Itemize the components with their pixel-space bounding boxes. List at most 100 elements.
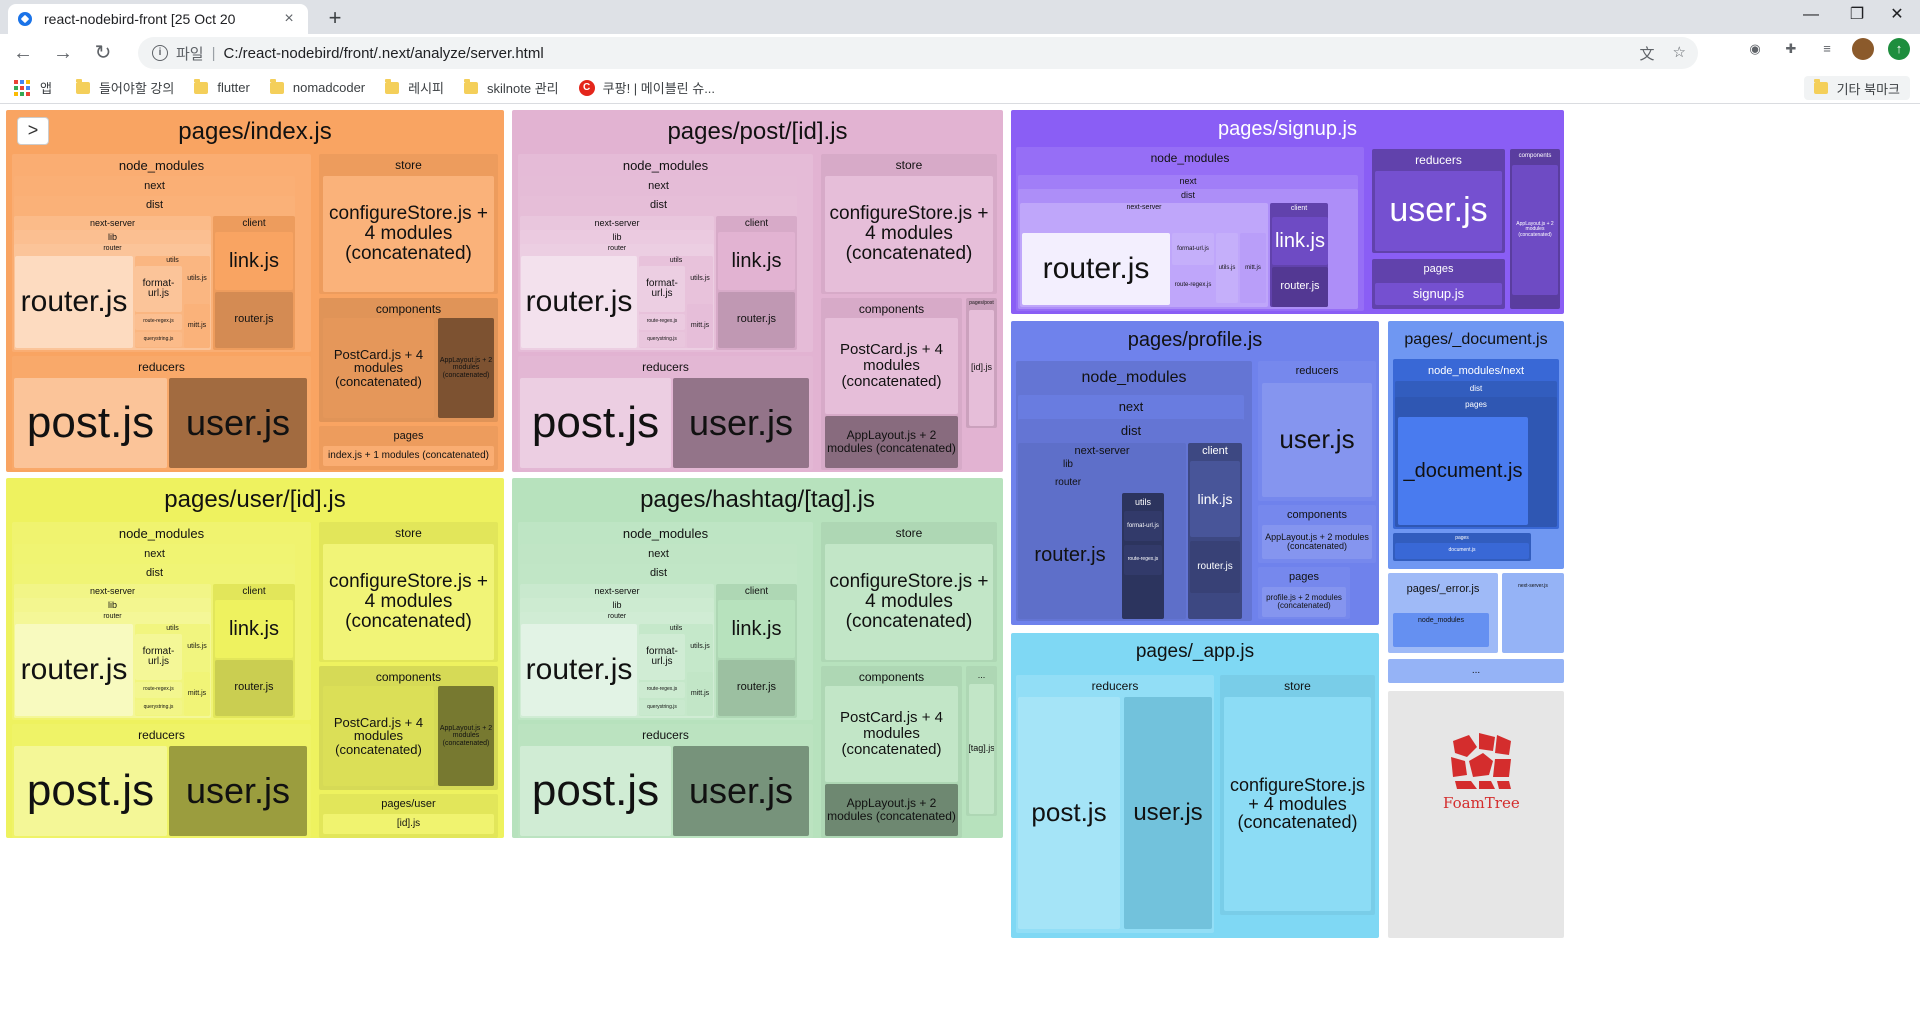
route-regex-module[interactable]: route-regex.js xyxy=(135,314,182,330)
post-reducer-module[interactable]: post.js xyxy=(520,378,671,468)
mitt-module[interactable]: mitt.js xyxy=(184,672,210,716)
route-regex-module[interactable]: route-regex.js xyxy=(1172,267,1214,303)
extensions-icon[interactable]: ✚ xyxy=(1780,38,1802,60)
user-reducer-module[interactable]: user.js xyxy=(673,378,809,468)
client-router-module[interactable]: router.js xyxy=(718,292,795,348)
user-reducer-module[interactable]: user.js xyxy=(1262,383,1372,497)
document-small-module[interactable]: document.js xyxy=(1395,543,1529,559)
bookmark-apps[interactable]: 앱 xyxy=(14,78,52,97)
postcard-module[interactable]: PostCard.js + 4 modules (concatenated) xyxy=(323,318,434,418)
client-router-module[interactable]: router.js xyxy=(215,660,293,716)
id-module[interactable]: [id].js xyxy=(969,310,994,426)
chunk-next-server[interactable]: next-server.js xyxy=(1502,573,1564,653)
router-module[interactable]: router.js xyxy=(1022,233,1170,305)
configure-store-module[interactable]: configureStore.js + 4 modules (concatena… xyxy=(323,544,494,660)
postcard-module[interactable]: PostCard.js + 4 modules (concatenated) xyxy=(825,686,958,782)
utils-module[interactable]: utils.js xyxy=(1216,233,1238,303)
other-bookmarks[interactable]: 기타 북마크 xyxy=(1803,76,1910,100)
router-module[interactable]: router.js xyxy=(15,256,133,348)
route-regex-module[interactable]: route-regex.js xyxy=(639,682,685,698)
postcard-module[interactable]: PostCard.js + 4 modules (concatenated) xyxy=(825,318,958,414)
bookmark-item[interactable]: 레시피 xyxy=(385,78,444,97)
link-module[interactable]: link.js xyxy=(718,600,795,658)
post-reducer-module[interactable]: post.js xyxy=(520,746,671,836)
route-regex-module[interactable]: route-regex.js xyxy=(135,682,182,698)
configure-store-module[interactable]: configureStore.js + 4 modules (concatena… xyxy=(825,176,993,292)
utils-module[interactable]: utils.js xyxy=(184,256,210,302)
pages-entry-module[interactable]: [id].js xyxy=(323,814,494,834)
post-reducer-module[interactable]: post.js xyxy=(1018,697,1120,929)
user-reducer-module[interactable]: user.js xyxy=(673,746,809,836)
format-url-module[interactable]: format-url.js xyxy=(1172,233,1214,265)
user-reducer-module[interactable]: user.js xyxy=(169,746,307,836)
client-router-module[interactable]: router.js xyxy=(215,292,293,348)
forward-icon[interactable]: → xyxy=(46,36,80,70)
user-reducer-module[interactable]: user.js xyxy=(1124,697,1212,929)
link-module[interactable]: link.js xyxy=(1190,461,1240,537)
bookmark-star-icon[interactable]: ☆ xyxy=(1673,43,1686,64)
router-module[interactable]: router.js xyxy=(1020,495,1120,615)
postcard-module[interactable]: PostCard.js + 4 modules (concatenated) xyxy=(323,686,434,786)
bookmark-item[interactable]: nomadcoder xyxy=(269,78,365,95)
format-url-module[interactable]: format-url.js xyxy=(135,634,182,680)
reload-icon[interactable]: ↻ xyxy=(86,36,120,70)
applayout-module[interactable]: AppLayout.js + 2 modules (concatenated) xyxy=(438,318,494,418)
utils-module[interactable]: utils.js xyxy=(687,256,713,302)
route-regex-module[interactable]: route-regex.js xyxy=(1124,545,1162,575)
bookmark-item[interactable]: 들어야할 강의 xyxy=(75,78,174,97)
route-regex-module[interactable]: route-regex.js xyxy=(639,314,685,330)
mitt-module[interactable]: mitt.js xyxy=(687,672,713,716)
tab-close-icon[interactable]: × xyxy=(280,10,298,28)
querystring-module[interactable]: querystring.js xyxy=(135,700,182,715)
applayout-module[interactable]: AppLayout.js + 2 modules (concatenated) xyxy=(1512,165,1558,295)
bookmark-item[interactable]: C 쿠팡! | 메이블린 슈... xyxy=(578,78,715,97)
applayout-module[interactable]: AppLayout.js + 2 modules (concatenated) xyxy=(825,416,958,468)
ellipsis-chunk[interactable]: ... xyxy=(1388,659,1564,683)
back-icon[interactable]: ← xyxy=(6,36,40,70)
mitt-module[interactable]: mitt.js xyxy=(184,304,210,348)
format-url-module[interactable]: format-url.js xyxy=(135,266,182,312)
configure-store-module[interactable]: configureStore.js + 4 modules (concatena… xyxy=(1224,697,1371,911)
format-url-module[interactable]: format-url.js xyxy=(1124,511,1162,541)
client-router-module[interactable]: router.js xyxy=(1272,267,1328,307)
avatar[interactable] xyxy=(1852,38,1874,60)
post-reducer-module[interactable]: post.js xyxy=(14,378,167,468)
post-reducer-module[interactable]: post.js xyxy=(14,746,167,836)
configure-store-module[interactable]: configureStore.js + 4 modules (concatena… xyxy=(323,176,494,292)
error-node-modules-group[interactable]: node_modules xyxy=(1393,613,1489,647)
router-module[interactable]: router.js xyxy=(15,624,133,716)
profile-entry-module[interactable]: profile.js + 2 modules (concatenated) xyxy=(1262,587,1346,617)
user-reducer-module[interactable]: user.js xyxy=(1375,171,1502,251)
applayout-module[interactable]: AppLayout.js + 2 modules (concatenated) xyxy=(825,784,958,836)
translate-icon[interactable]: 文 xyxy=(1640,43,1655,64)
signup-module[interactable]: signup.js xyxy=(1375,283,1502,305)
sidebar-toggle-button[interactable]: > xyxy=(17,117,49,145)
router-module[interactable]: router.js xyxy=(521,624,637,716)
querystring-module[interactable]: querystring.js xyxy=(135,332,182,347)
applayout-module[interactable]: AppLayout.js + 2 modules (concatenated) xyxy=(438,686,494,786)
close-window-button[interactable]: ✕ xyxy=(1874,0,1920,32)
link-module[interactable]: link.js xyxy=(1272,217,1328,265)
utils-module[interactable]: utils.js xyxy=(687,624,713,670)
bundle-treemap[interactable]: > pages/index.js node_modules next dist next… xyxy=(0,105,1920,1030)
applayout-module[interactable]: AppLayout.js + 2 modules (concatenated) xyxy=(1262,525,1372,559)
bookmark-item[interactable]: skilnote 관리 xyxy=(464,78,559,97)
mitt-module[interactable]: mitt.js xyxy=(1240,233,1266,303)
utils-module[interactable]: utils.js xyxy=(184,624,210,670)
cast-icon[interactable]: ◉ xyxy=(1744,38,1766,60)
update-icon[interactable]: ↑ xyxy=(1888,38,1910,60)
browser-tab[interactable]: react-nodebird-front [25 Oct 20 × xyxy=(8,4,308,34)
user-reducer-module[interactable]: user.js xyxy=(169,378,307,468)
info-icon[interactable]: i xyxy=(152,45,168,61)
document-module[interactable]: _document.js xyxy=(1398,417,1528,525)
client-router-module[interactable]: router.js xyxy=(1190,541,1240,593)
url-text[interactable]: C:/react-nodebird/front/.next/analyze/se… xyxy=(224,45,544,62)
link-module[interactable]: link.js xyxy=(215,600,293,658)
format-url-module[interactable]: format-url.js xyxy=(639,266,685,312)
bookmark-item[interactable]: flutter xyxy=(194,78,250,95)
new-tab-button[interactable]: + xyxy=(322,6,348,32)
tag-module[interactable]: [tag].js xyxy=(969,684,994,814)
configure-store-module[interactable]: configureStore.js + 4 modules (concatena… xyxy=(825,544,993,660)
mitt-module[interactable]: mitt.js xyxy=(687,304,713,348)
router-module[interactable]: router.js xyxy=(521,256,637,348)
